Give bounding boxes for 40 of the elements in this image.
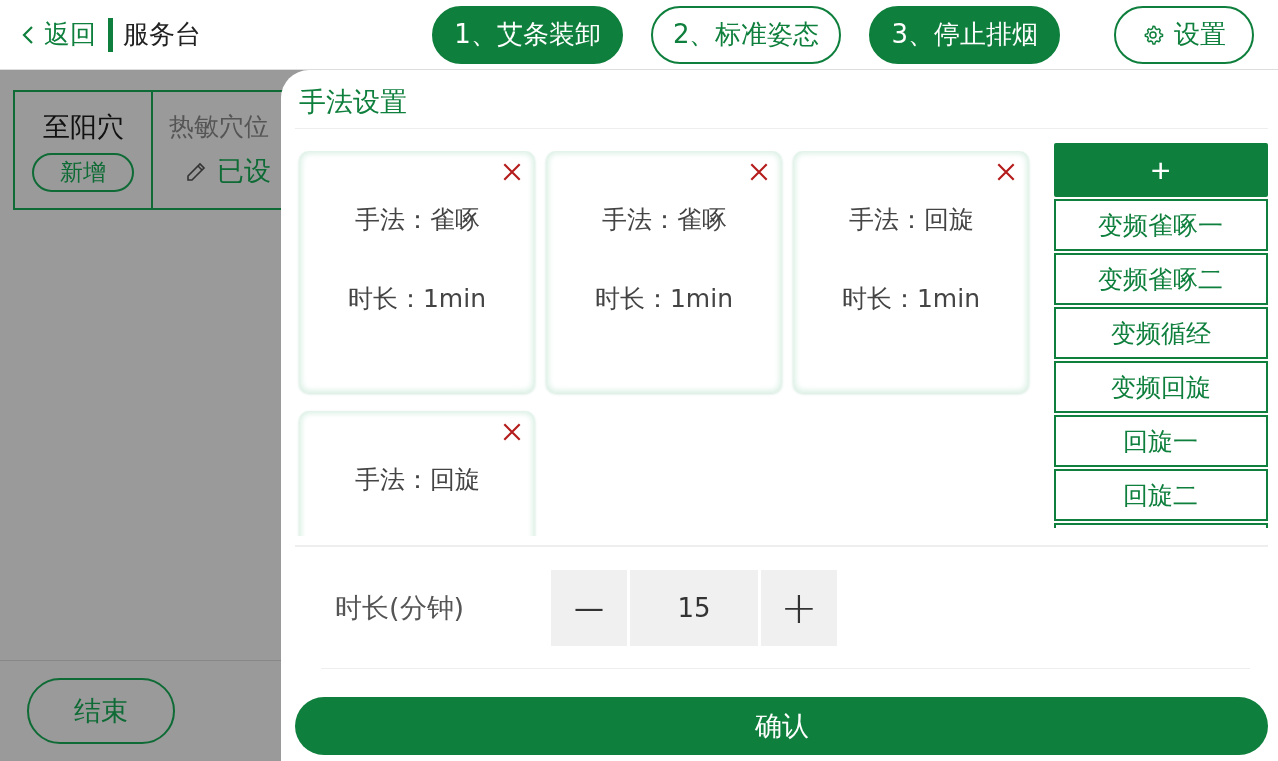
technique-duration: 时长：1min [841, 283, 981, 315]
back-link[interactable]: 返回 [44, 17, 96, 52]
back-link[interactable]: 返回 [22, 17, 96, 52]
technique-duration: 时长：1min [594, 283, 734, 315]
add-button[interactable]: + [1053, 143, 1268, 197]
preset-button[interactable]: 变频雀啄二 [1053, 253, 1268, 305]
close-icon[interactable] [501, 161, 523, 183]
step-button[interactable]: 3、停止排烟 [869, 5, 1060, 64]
close-icon[interactable] [748, 161, 770, 183]
point-type: 热敏穴位 [169, 111, 270, 143]
confirm-button[interactable]: 确认 [295, 697, 1268, 755]
preset-button[interactable]: 变频循经 [1053, 307, 1268, 359]
technique-card[interactable]: 手法：雀啄 时长：1min [546, 151, 782, 393]
settings-button[interactable]: 设置 [1114, 5, 1254, 64]
page-title: 服务台 [123, 18, 201, 51]
status-text: 已设 [217, 154, 271, 188]
point-name: 至阳穴 [42, 109, 124, 144]
duration-value: 15 [630, 569, 758, 646]
close-icon[interactable] [501, 421, 523, 443]
preset-button[interactable]: 回旋一 [1053, 415, 1268, 467]
technique-method: 手法：回旋 [354, 464, 480, 496]
technique-card[interactable]: 手法：回旋 [299, 411, 535, 536]
duration-label: 时长(分钟) [335, 590, 466, 625]
technique-card[interactable]: 手法：雀啄 时长：1min [299, 151, 535, 393]
dialog-title: 手法设置 [295, 82, 1268, 129]
technique-duration: 时长：1min [347, 283, 487, 315]
settings-icon [1142, 23, 1164, 46]
preset-button[interactable]: 回旋二 [1053, 469, 1268, 521]
technique-card[interactable]: 手法：回旋 时长：1min [793, 151, 1029, 393]
close-icon[interactable] [995, 161, 1017, 183]
preset-button[interactable]: 变频雀啄一 [1053, 199, 1268, 251]
decrement-button[interactable]: — [551, 569, 627, 646]
step-button[interactable]: 1、艾条装卸 [432, 5, 623, 64]
chevron-left-icon [22, 24, 34, 45]
technique-method: 手法：雀啄 [601, 204, 727, 236]
preset-button[interactable]: 变频回旋 [1053, 361, 1268, 413]
technique-method: 手法：雀啄 [354, 204, 480, 236]
technique-method: 手法：回旋 [848, 204, 974, 236]
increment-button[interactable]: + [761, 569, 837, 646]
step-button[interactable]: 2、标准姿态 [650, 5, 842, 64]
